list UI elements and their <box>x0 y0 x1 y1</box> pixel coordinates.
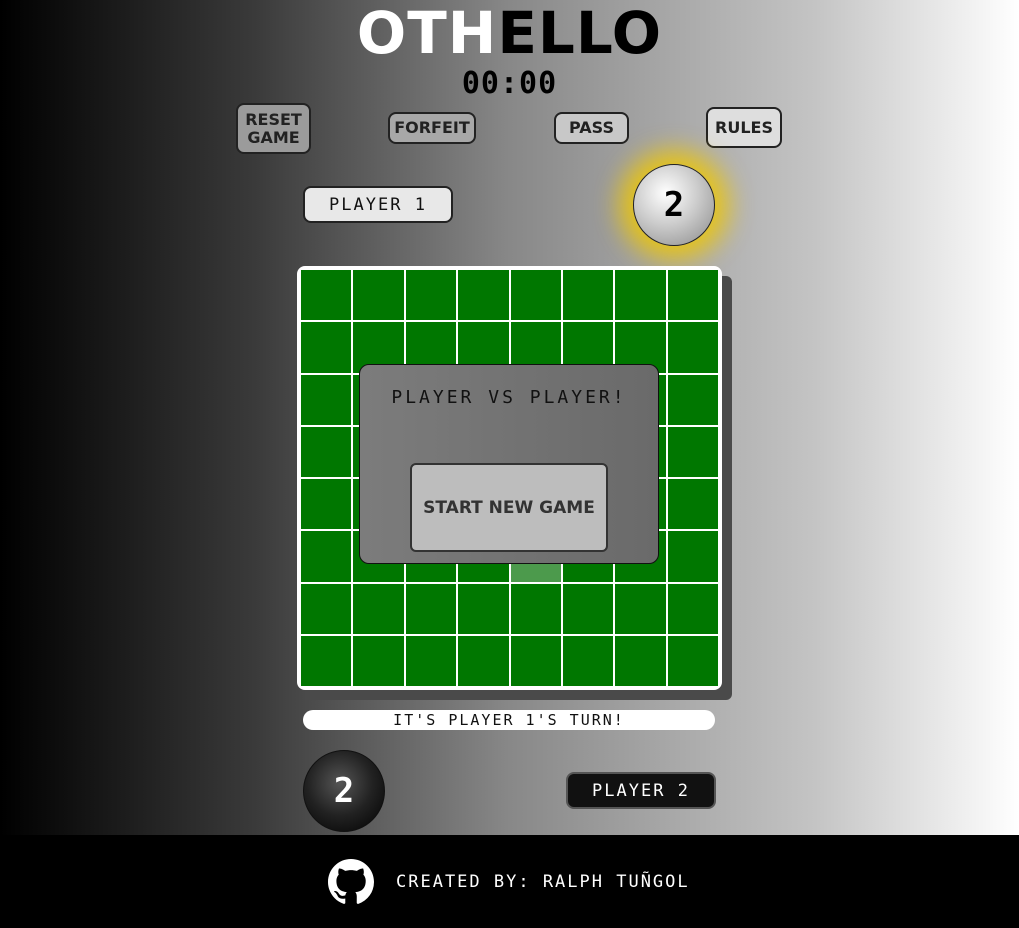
board-cell-r5-c7[interactable] <box>667 531 718 582</box>
board-cell-r0-c5[interactable] <box>562 270 614 321</box>
board-cell-r6-c7[interactable] <box>667 583 718 634</box>
board-cell-r7-c4[interactable] <box>510 635 561 686</box>
board-cell-r6-c6[interactable] <box>615 583 666 634</box>
github-icon[interactable] <box>328 859 374 905</box>
footer-credit: CREATED BY: RALPH TUÑGOL <box>396 872 690 892</box>
board-cell-r1-c7[interactable] <box>667 322 718 373</box>
board-cell-r6-c1[interactable] <box>353 583 404 634</box>
reset-label-line1: RESET <box>245 109 302 129</box>
new-game-modal: PLAYER VS PLAYER! START NEW GAME <box>359 364 659 564</box>
board-cell-r1-c0[interactable] <box>301 322 352 373</box>
board-cell-r6-c0[interactable] <box>301 583 352 634</box>
board-cell-r6-c4[interactable] <box>510 583 561 634</box>
board-cell-r0-c1[interactable] <box>353 270 404 321</box>
board-cell-r2-c0[interactable] <box>301 374 352 425</box>
board-cell-r4-c0[interactable] <box>301 479 352 530</box>
player1-label: PLAYER 1 <box>303 186 453 223</box>
board-cell-r2-c7[interactable] <box>667 374 718 425</box>
pass-button[interactable]: PASS <box>554 112 629 144</box>
board-cell-r7-c0[interactable] <box>301 635 352 686</box>
board-cell-r0-c6[interactable] <box>615 270 666 321</box>
turn-status: IT'S PLAYER 1'S TURN! <box>303 710 715 730</box>
forfeit-button[interactable]: FORFEIT <box>388 112 476 144</box>
start-new-game-button[interactable]: START NEW GAME <box>410 463 608 552</box>
board-cell-r7-c3[interactable] <box>458 635 509 686</box>
board-cell-r0-c4[interactable] <box>510 270 561 321</box>
reset-game-button[interactable]: RESET GAME <box>236 103 311 154</box>
board-cell-r0-c0[interactable] <box>301 270 352 321</box>
footer: CREATED BY: RALPH TUÑGOL <box>0 835 1019 928</box>
board-cell-r0-c7[interactable] <box>667 270 718 321</box>
rules-button[interactable]: RULES <box>706 107 782 148</box>
board-cell-r3-c0[interactable] <box>301 426 352 477</box>
board-cell-r7-c1[interactable] <box>353 635 404 686</box>
player2-label: PLAYER 2 <box>566 772 716 809</box>
title-part-white: OTH <box>356 0 498 67</box>
board-cell-r4-c7[interactable] <box>667 479 718 530</box>
board-cell-r7-c5[interactable] <box>562 635 614 686</box>
game-timer: 00:00 <box>461 66 558 101</box>
game-title: OTHELLO <box>0 2 1019 64</box>
board-cell-r6-c5[interactable] <box>562 583 614 634</box>
white-score-disc: 2 <box>633 164 715 246</box>
reset-label-line2: GAME <box>247 127 300 147</box>
board-cell-r6-c3[interactable] <box>458 583 509 634</box>
black-score-disc: 2 <box>303 750 385 832</box>
board-cell-r3-c7[interactable] <box>667 426 718 477</box>
board-cell-r0-c2[interactable] <box>405 270 457 321</box>
board-cell-r5-c0[interactable] <box>301 531 352 582</box>
board-cell-r6-c2[interactable] <box>405 583 457 634</box>
board-cell-r7-c6[interactable] <box>615 635 666 686</box>
modal-title: PLAYER VS PLAYER! <box>391 387 627 408</box>
title-part-black: ELLO <box>497 0 663 67</box>
board-cell-r7-c7[interactable] <box>667 635 718 686</box>
board-cell-r7-c2[interactable] <box>405 635 457 686</box>
board-cell-r0-c3[interactable] <box>458 270 509 321</box>
